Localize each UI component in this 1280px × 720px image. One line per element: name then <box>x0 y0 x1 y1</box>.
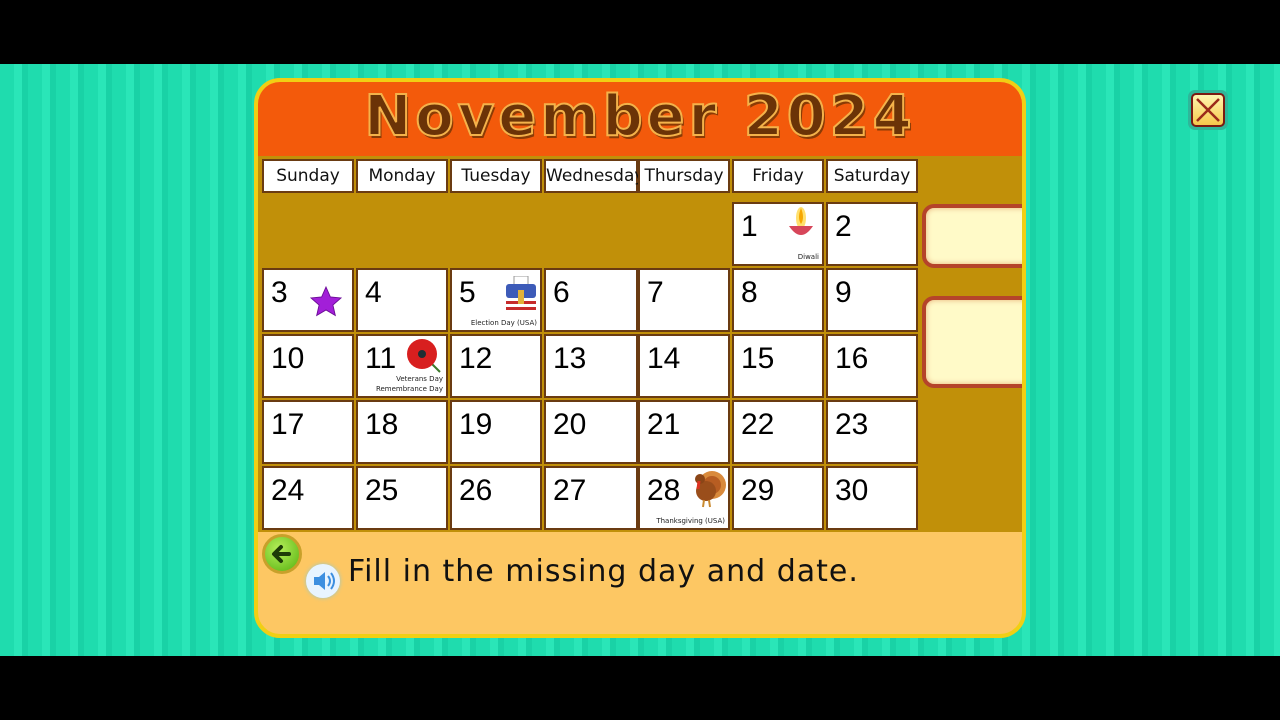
day-cell-12[interactable]: 12 <box>450 334 542 398</box>
day-number: 22 <box>741 408 775 441</box>
day-cell-13[interactable]: 13 <box>544 334 638 398</box>
day-cell-6[interactable]: 6 <box>544 268 638 332</box>
day-cell-10[interactable]: 10 <box>262 334 354 398</box>
weekday-header-monday: Monday <box>356 159 448 193</box>
day-number: 30 <box>835 474 869 507</box>
day-number: 18 <box>365 408 399 441</box>
day-number: 6 <box>553 276 570 309</box>
day-number: 9 <box>835 276 852 309</box>
calendar-panel: November 2024 Sunday Monday Tuesday Wednesd… <box>254 78 1026 638</box>
back-button[interactable] <box>262 534 302 574</box>
app-stage: November 2024 Sunday Monday Tuesday Wednesd… <box>0 64 1280 656</box>
day-cell-28[interactable]: 28 Thanksgiving (USA) <box>638 466 730 530</box>
day-number: 10 <box>271 342 305 375</box>
day-cell-11[interactable]: 11 Veterans Day Remembrance Day <box>356 334 448 398</box>
day-cell-19[interactable]: 19 <box>450 400 542 464</box>
day-cell-24[interactable]: 24 <box>262 466 354 530</box>
diya-lamp-icon <box>786 204 816 246</box>
day-number: 27 <box>553 474 587 507</box>
weekday-header-sunday: Sunday <box>262 159 354 193</box>
calendar-header: November 2024 <box>258 82 1022 156</box>
day-number: 13 <box>553 342 587 375</box>
day-number: 19 <box>459 408 493 441</box>
arrow-left-icon <box>272 545 291 563</box>
holiday-label: Diwali <box>797 253 819 261</box>
weekday-header-tuesday: Tuesday <box>450 159 542 193</box>
day-number: 24 <box>271 474 305 507</box>
weekday-header-friday: Friday <box>732 159 824 193</box>
close-button[interactable] <box>1188 90 1228 130</box>
day-cell-1[interactable]: 1 Diwali <box>732 202 824 266</box>
day-number: 14 <box>647 342 681 375</box>
weekday-header-wednesday: Wednesday <box>544 159 644 193</box>
answer-slot-date[interactable] <box>922 296 1022 388</box>
close-icon <box>1196 98 1220 122</box>
holiday-label: Thanksgiving (USA) <box>656 517 725 525</box>
day-number: 5 <box>459 276 476 309</box>
day-cell-20[interactable]: 20 <box>544 400 638 464</box>
day-cell-29[interactable]: 29 <box>732 466 824 530</box>
day-number: 7 <box>647 276 664 309</box>
star-icon <box>308 284 344 324</box>
turkey-icon <box>690 469 728 513</box>
day-cell-9[interactable]: 9 <box>826 268 918 332</box>
day-cell-3[interactable]: 3 <box>262 268 354 332</box>
day-number: 3 <box>271 276 288 309</box>
weekday-header-thursday: Thursday <box>638 159 730 193</box>
day-number: 29 <box>741 474 775 507</box>
day-cell-2[interactable]: 2 <box>826 202 918 266</box>
day-number: 26 <box>459 474 493 507</box>
day-cell-16[interactable]: 16 <box>826 334 918 398</box>
day-number: 17 <box>271 408 305 441</box>
day-cell-21[interactable]: 21 <box>638 400 730 464</box>
day-number: 25 <box>365 474 399 507</box>
day-number: 28 <box>647 474 681 507</box>
day-number: 12 <box>459 342 493 375</box>
day-number: 2 <box>835 210 852 243</box>
holiday-label: Veterans Day Remembrance Day <box>375 375 443 393</box>
day-number: 1 <box>741 210 758 243</box>
day-number: 16 <box>835 342 869 375</box>
instruction-text: Fill in the missing day and date. <box>348 554 859 589</box>
day-cell-15[interactable]: 15 <box>732 334 824 398</box>
day-cell-5[interactable]: 5 Election Day (USA) <box>450 268 542 332</box>
month-title: November 2024 <box>363 83 916 150</box>
day-cell-14[interactable]: 14 <box>638 334 730 398</box>
day-cell-4[interactable]: 4 <box>356 268 448 332</box>
day-cell-27[interactable]: 27 <box>544 466 638 530</box>
weekday-header-saturday: Saturday <box>826 159 918 193</box>
day-number: 15 <box>741 342 775 375</box>
day-cell-26[interactable]: 26 <box>450 466 542 530</box>
day-cell-18[interactable]: 18 <box>356 400 448 464</box>
speaker-button[interactable] <box>306 564 340 598</box>
day-cell-23[interactable]: 23 <box>826 400 918 464</box>
holiday-label: Election Day (USA) <box>470 319 537 327</box>
day-cell-30[interactable]: 30 <box>826 466 918 530</box>
day-number: 23 <box>835 408 869 441</box>
speaker-icon <box>314 572 335 590</box>
answer-slot-day[interactable] <box>922 204 1022 268</box>
day-cell-7[interactable]: 7 <box>638 268 730 332</box>
day-number: 4 <box>365 276 382 309</box>
day-number: 21 <box>647 408 681 441</box>
day-number: 20 <box>553 408 587 441</box>
day-cell-22[interactable]: 22 <box>732 400 824 464</box>
day-cell-25[interactable]: 25 <box>356 466 448 530</box>
day-cell-8[interactable]: 8 <box>732 268 824 332</box>
day-cell-17[interactable]: 17 <box>262 400 354 464</box>
day-number: 8 <box>741 276 758 309</box>
day-number: 11 <box>365 342 397 375</box>
ballot-box-icon <box>504 275 538 316</box>
